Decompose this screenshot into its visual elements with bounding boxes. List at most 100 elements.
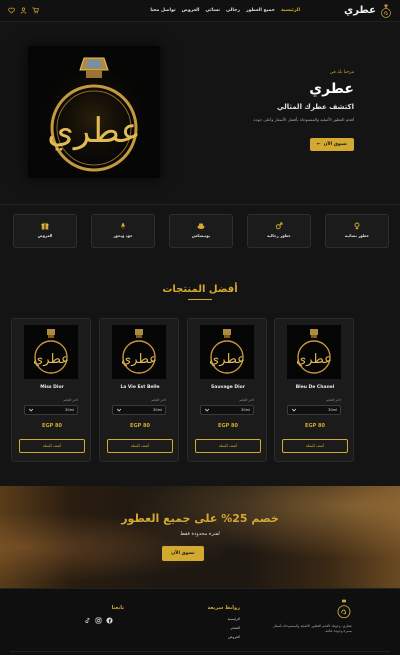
products-section-title: أفضل المنتجات: [162, 284, 238, 295]
svg-text:عطري: عطري: [121, 352, 157, 367]
nav-link-men[interactable]: رجالي: [226, 8, 240, 13]
product-price: EGP 80: [42, 423, 62, 429]
size-label: اختر الحجم: [63, 398, 78, 402]
size-value: 30ml: [328, 408, 337, 412]
category-offers[interactable]: العروض: [13, 214, 77, 248]
promo-banner: خصم 25% على جميع العطور لفترة محدودة فقط…: [0, 486, 400, 588]
size-value: 30ml: [153, 408, 162, 412]
add-to-cart-button[interactable]: أضف للسلة: [107, 439, 173, 453]
promo-shop-button[interactable]: تسوق الآن: [162, 546, 204, 561]
hero-shop-button[interactable]: تسوق الآن ←: [309, 138, 354, 151]
user-icon[interactable]: [20, 7, 27, 14]
venus-icon: [354, 222, 360, 230]
chevron-down-icon: [28, 408, 34, 412]
nav-icons: [8, 7, 39, 14]
perfume-logo-icon: [337, 599, 351, 619]
size-select[interactable]: 30ml: [112, 405, 166, 415]
svg-text:عطري: عطري: [209, 352, 245, 367]
flame-icon: [121, 222, 125, 229]
product-name: Sauvage Dior: [211, 385, 245, 390]
chevron-down-icon: [116, 408, 122, 412]
category-label: عطور رجالية: [267, 233, 291, 238]
svg-text:عطري: عطري: [296, 352, 332, 367]
cart-icon[interactable]: [32, 7, 39, 14]
product-price: EGP 80: [218, 423, 238, 429]
arrow-left-icon: ←: [316, 142, 321, 147]
category-label: يونيسكس: [191, 233, 211, 238]
promo-title: خصم 25% على جميع العطور: [121, 512, 279, 525]
size-value: 30ml: [65, 408, 74, 412]
category-unisex[interactable]: يونيسكس: [169, 214, 233, 248]
perfume-logo-icon: [381, 4, 391, 18]
brand[interactable]: عطري: [344, 4, 392, 18]
social-icons: [84, 617, 124, 624]
size-label: اختر الحجم: [151, 398, 166, 402]
perfume-bottle-icon: [197, 223, 205, 229]
navbar: عطري الرئيسية جميع العطور رجالي نسائي ال…: [0, 0, 400, 22]
product-card: عطري Sauvage Dior اختر الحجم 30ml EGP 80…: [187, 318, 267, 462]
facebook-icon[interactable]: [106, 617, 113, 624]
size-select[interactable]: 30ml: [287, 405, 341, 415]
footer-about-text: عطري، وجهتك لأفخم العطور الأصلية والمستو…: [273, 624, 352, 633]
chevron-down-icon: [204, 408, 210, 412]
promo-subtitle: لفترة محدودة فقط: [180, 531, 220, 537]
footer-link-home[interactable]: الرئيسية: [180, 617, 240, 621]
hero-welcome: مرحبا بك في: [329, 70, 354, 75]
hero-shop-label: تسوق الآن: [323, 142, 347, 147]
title-underline: [188, 299, 212, 300]
hero-section: مرحبا بك في عطري اكتشف عطرك المثالي أفخم…: [0, 22, 400, 205]
footer: عطري، وجهتك لأفخم العطور الأصلية والمستو…: [0, 588, 400, 655]
svg-text:عطري: عطري: [33, 352, 69, 367]
product-card: عطري Bleu De Chanel اختر الحجم 30ml EGP …: [274, 318, 354, 462]
hero-text: مرحبا بك في عطري اكتشف عطرك المثالي أفخم…: [204, 70, 354, 151]
product-card: عطري Miss Dior اختر الحجم 30ml EGP 80 أض…: [11, 318, 91, 462]
chevron-down-icon: [291, 408, 297, 412]
hero-perfume-image: عطري: [28, 46, 160, 178]
footer-links-heading: روابط سريعة: [207, 605, 240, 611]
mars-icon: [275, 222, 283, 230]
add-to-cart-button[interactable]: أضف للسلة: [195, 439, 261, 453]
product-card: عطري La Vie Est Belle اختر الحجم 30ml EG…: [99, 318, 179, 462]
hero-subtitle: اكتشف عطرك المثالي: [277, 103, 354, 111]
product-price: EGP 80: [305, 423, 325, 429]
add-to-cart-button[interactable]: أضف للسلة: [19, 439, 85, 453]
nav-link-all-perfumes[interactable]: جميع العطور: [246, 8, 275, 13]
product-image: عطري: [287, 325, 341, 379]
size-value: 30ml: [241, 408, 250, 412]
brand-name: عطري: [344, 5, 376, 16]
tiktok-icon[interactable]: [84, 617, 91, 624]
add-to-cart-button[interactable]: أضف للسلة: [282, 439, 348, 453]
heart-icon[interactable]: [8, 7, 15, 14]
category-label: عود وبخور: [113, 233, 133, 238]
product-name: La Vie Est Belle: [120, 385, 160, 390]
product-price: EGP 80: [130, 423, 150, 429]
footer-divider: [10, 651, 390, 652]
category-label: عطور نسائية: [344, 233, 370, 238]
hero-logo-word: عطري: [47, 111, 141, 151]
nav-links: الرئيسية جميع العطور رجالي نسائي العروض …: [150, 8, 300, 13]
footer-quick-links: روابط سريعة الرئيسية المتجر العروض: [180, 605, 240, 644]
size-select[interactable]: 30ml: [24, 405, 78, 415]
footer-follow-heading: تابعنا: [111, 605, 124, 611]
nav-link-home[interactable]: الرئيسية: [281, 8, 300, 13]
footer-link-store[interactable]: المتجر: [180, 626, 240, 630]
category-oud[interactable]: عود وبخور: [91, 214, 155, 248]
promo-background: [0, 486, 400, 588]
hero-description: أفخم العطور الأصلية والمستوحاة بأفضل الأ…: [253, 117, 354, 122]
footer-link-offers[interactable]: العروض: [180, 635, 240, 639]
category-men[interactable]: عطور رجالية: [247, 214, 311, 248]
product-image: عطري: [24, 325, 78, 379]
category-label: العروض: [37, 233, 53, 238]
category-women[interactable]: عطور نسائية: [325, 214, 389, 248]
size-select[interactable]: 30ml: [200, 405, 254, 415]
nav-link-offers[interactable]: العروض: [182, 8, 200, 13]
perfume-bottle-logo: عطري: [28, 46, 160, 178]
nav-link-contact[interactable]: تواصل معنا: [150, 8, 175, 13]
product-name: Miss Dior: [40, 385, 64, 390]
footer-about: عطري، وجهتك لأفخم العطور الأصلية والمستو…: [268, 599, 352, 634]
instagram-icon[interactable]: [95, 617, 102, 624]
nav-link-women[interactable]: نسائي: [205, 8, 220, 13]
category-bar: عطور نسائية عطور رجالية يونيسكس عود وبخو…: [11, 214, 389, 248]
size-label: اختر الحجم: [239, 398, 254, 402]
hero-title: عطري: [309, 81, 354, 97]
